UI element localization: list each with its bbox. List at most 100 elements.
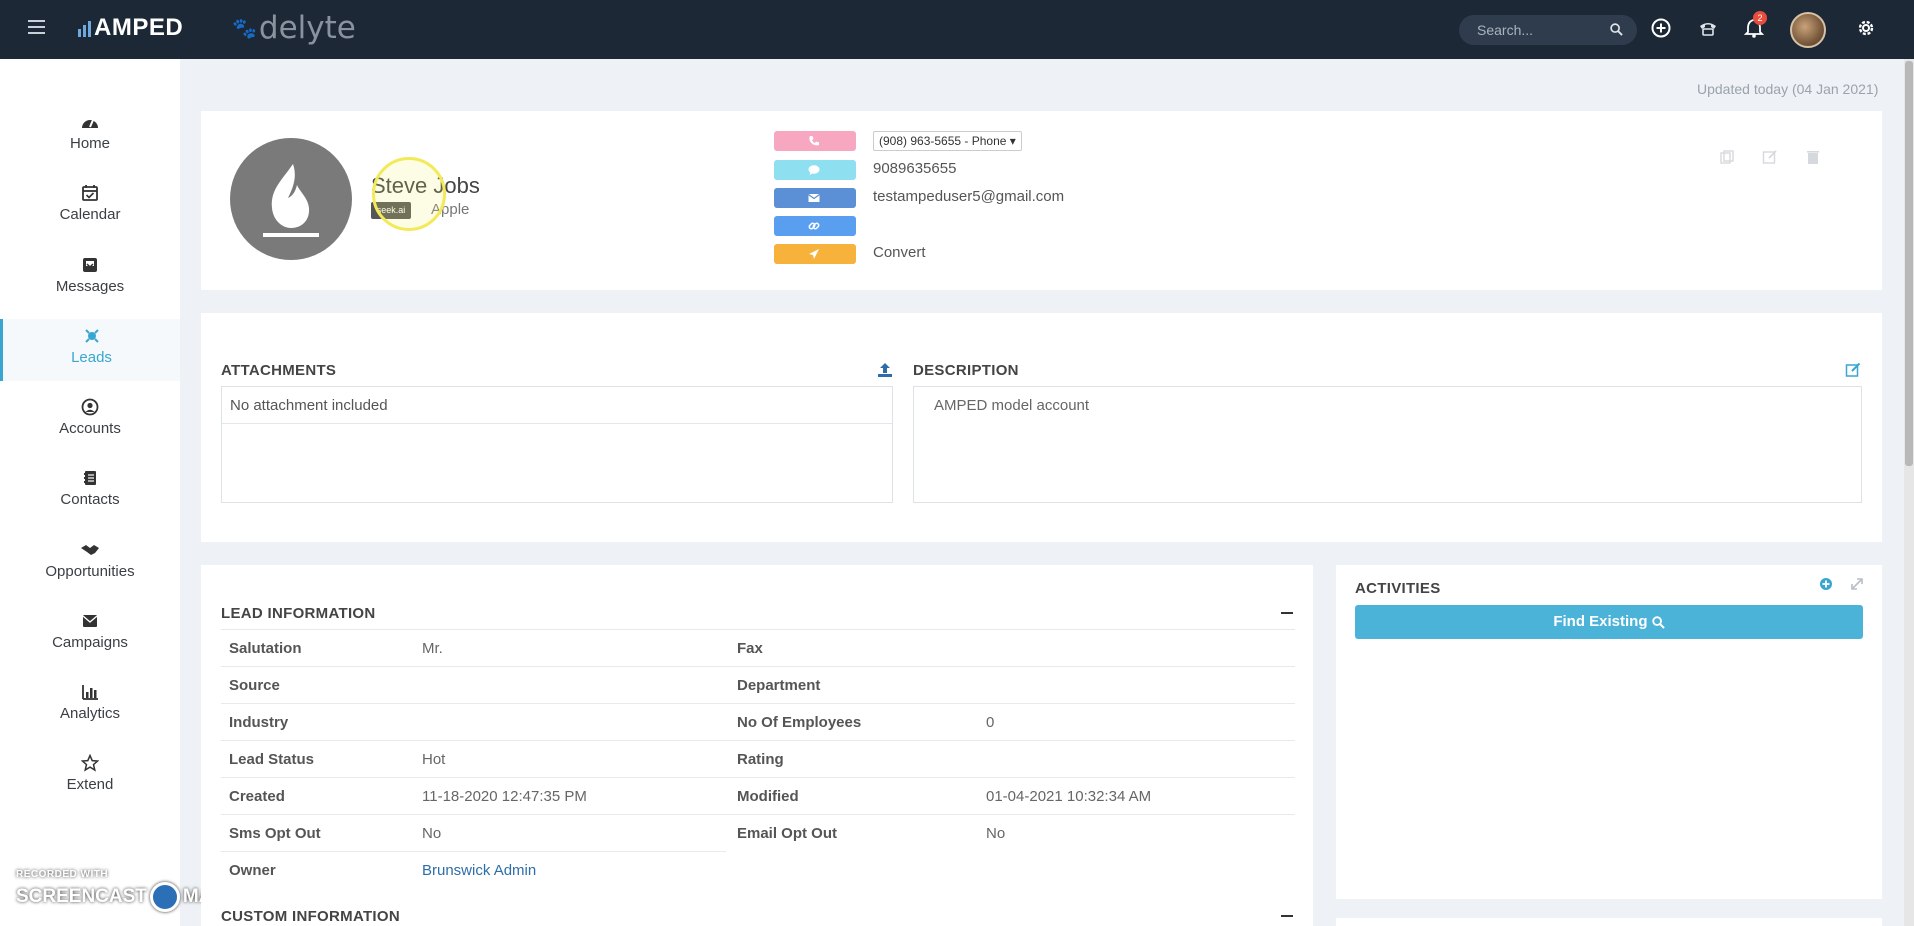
settings-gear-icon[interactable] bbox=[1855, 17, 1877, 39]
hamburger-menu-icon[interactable] bbox=[28, 20, 45, 34]
fax-label: Fax bbox=[737, 640, 763, 657]
sidebar-item-label: Analytics bbox=[59, 705, 121, 722]
sidebar-item-messages[interactable]: Messages bbox=[0, 248, 180, 310]
sms-opt-out-value: No bbox=[422, 825, 442, 842]
sidebar-item-analytics[interactable]: Analytics bbox=[0, 675, 180, 737]
convert-label[interactable]: Convert bbox=[873, 244, 926, 261]
record-dot-icon bbox=[149, 882, 180, 912]
rating-label: Rating bbox=[737, 751, 784, 768]
description-box: AMPED model account bbox=[913, 386, 1862, 503]
notification-count-badge: 2 bbox=[1753, 11, 1767, 25]
sidebar-item-extend[interactable]: Extend bbox=[0, 746, 180, 808]
sms-opt-out-label: Sms Opt Out bbox=[229, 825, 321, 842]
sidebar-item-label: Accounts bbox=[59, 420, 121, 437]
updated-timestamp: Updated today (04 Jan 2021) bbox=[1697, 81, 1879, 97]
collapse-lead-information-icon[interactable] bbox=[1281, 612, 1293, 614]
description-text: AMPED model account bbox=[934, 397, 1090, 414]
sidebar-item-label: Home bbox=[69, 135, 110, 152]
signal-bars-icon bbox=[78, 19, 91, 37]
envelope-icon bbox=[82, 615, 98, 627]
email-opt-out-value: No bbox=[986, 825, 1006, 842]
sidebar-item-leads[interactable]: Leads bbox=[0, 319, 180, 381]
description-title: DESCRIPTION bbox=[913, 362, 1019, 379]
phone-handset-icon[interactable] bbox=[1697, 17, 1719, 39]
call-button[interactable] bbox=[774, 131, 856, 151]
email-button[interactable] bbox=[774, 188, 856, 208]
next-card bbox=[1336, 918, 1882, 926]
convert-button[interactable] bbox=[774, 244, 856, 264]
inbox-icon bbox=[83, 258, 97, 272]
attachments-title: ATTACHMENTS bbox=[221, 362, 337, 379]
add-activity-icon[interactable] bbox=[1819, 577, 1833, 591]
search-icon bbox=[1651, 615, 1665, 629]
lead-information-title: LEAD INFORMATION bbox=[221, 605, 376, 622]
sidebar-item-label: Leads bbox=[71, 349, 112, 366]
search-input[interactable] bbox=[1477, 21, 1607, 39]
star-icon bbox=[81, 754, 99, 772]
expand-icon[interactable] bbox=[1850, 577, 1864, 591]
sidebar-item-accounts[interactable]: Accounts bbox=[0, 390, 180, 452]
phone-number-select[interactable]: (908) 963-5655 - Phone ▾ bbox=[873, 131, 1022, 151]
search-box bbox=[1459, 15, 1637, 45]
copy-icon[interactable] bbox=[1719, 149, 1735, 165]
sms-number: 9089635655 bbox=[873, 160, 957, 177]
find-existing-button[interactable]: Find Existing bbox=[1355, 605, 1863, 639]
link-chain-icon bbox=[808, 222, 820, 230]
lead-avatar bbox=[230, 138, 352, 260]
edit-icon[interactable] bbox=[1762, 149, 1778, 165]
lead-status-value: Hot bbox=[422, 751, 446, 768]
sidebar-item-label: Campaigns bbox=[52, 634, 128, 651]
created-label: Created bbox=[229, 788, 285, 805]
sidebar-item-calendar[interactable]: Calendar bbox=[0, 176, 180, 238]
email-address[interactable]: testampeduser5@gmail.com bbox=[873, 188, 1064, 205]
cursor-highlight bbox=[372, 157, 446, 231]
industry-label: Industry bbox=[229, 714, 289, 731]
delyte-logo: 🐾 delyte bbox=[232, 10, 356, 46]
sms-button[interactable] bbox=[774, 160, 856, 180]
top-navbar: AMPED 🐾 delyte 2 bbox=[0, 0, 1914, 59]
sidebar-item-label: Calendar bbox=[59, 206, 121, 223]
collapse-custom-information-icon[interactable] bbox=[1281, 915, 1293, 917]
link-button[interactable] bbox=[774, 216, 856, 236]
source-label: Source bbox=[229, 677, 280, 694]
sidebar-item-campaigns[interactable]: Campaigns bbox=[0, 604, 180, 666]
scrollbar-thumb[interactable] bbox=[1905, 61, 1913, 466]
trash-icon[interactable] bbox=[1805, 149, 1821, 165]
employees-value: 0 bbox=[986, 714, 995, 731]
department-label: Department bbox=[737, 677, 821, 694]
sidebar-item-opportunities[interactable]: Opportunities bbox=[0, 533, 180, 595]
created-value: 11-18-2020 12:47:35 PM bbox=[422, 788, 587, 805]
modified-label: Modified bbox=[737, 788, 799, 805]
paper-plane-icon bbox=[809, 249, 819, 259]
user-avatar[interactable] bbox=[1790, 12, 1826, 48]
user-circle-icon bbox=[81, 398, 99, 416]
owner-link[interactable]: Brunswick Admin bbox=[422, 862, 536, 879]
attachments-box: No attachment included bbox=[221, 386, 893, 503]
amped-logo[interactable]: AMPED bbox=[78, 14, 183, 42]
calendar-icon bbox=[82, 185, 98, 201]
add-circle-icon[interactable] bbox=[1650, 17, 1672, 39]
address-book-icon bbox=[84, 471, 96, 485]
search-icon[interactable] bbox=[1610, 23, 1623, 36]
upload-icon[interactable] bbox=[877, 362, 893, 378]
sidebar-item-contacts[interactable]: Contacts bbox=[0, 461, 180, 523]
sidebar-item-label: Extend bbox=[66, 776, 114, 793]
sidebar-item-label: Opportunities bbox=[45, 563, 135, 580]
chat-bubble-icon bbox=[808, 165, 820, 175]
flame-logo-icon bbox=[263, 164, 319, 237]
sidebar-item-label: Messages bbox=[55, 278, 125, 295]
dashboard-icon bbox=[82, 119, 98, 128]
salutation-label: Salutation bbox=[229, 640, 302, 657]
edit-description-icon[interactable] bbox=[1845, 362, 1861, 378]
custom-information-title: CUSTOM INFORMATION bbox=[221, 908, 400, 925]
lead-status-label: Lead Status bbox=[229, 751, 315, 768]
activities-title: ACTIVITIES bbox=[1355, 580, 1441, 597]
handshake-icon bbox=[81, 545, 99, 555]
sidebar-item-home[interactable]: Home bbox=[0, 105, 180, 167]
leads-icon bbox=[84, 329, 99, 343]
employees-label: No Of Employees bbox=[737, 714, 862, 731]
salutation-value: Mr. bbox=[422, 640, 443, 657]
sidebar-item-label: Contacts bbox=[60, 491, 120, 508]
phone-icon bbox=[809, 136, 819, 146]
email-opt-out-label: Email Opt Out bbox=[737, 825, 838, 842]
